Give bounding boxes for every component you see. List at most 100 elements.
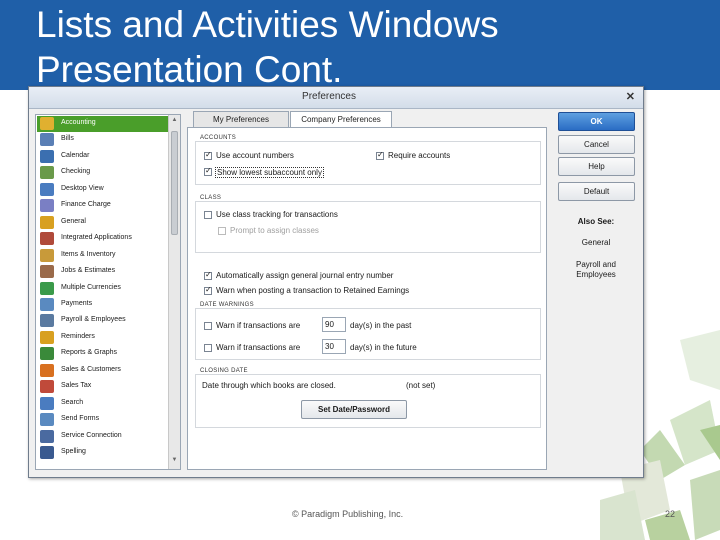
sidebar-item-label: Finance Charge: [61, 201, 111, 209]
payroll-icon: [40, 314, 54, 328]
class-legend: CLASS: [198, 195, 224, 201]
sidebar-item-checking[interactable]: Checking: [37, 165, 168, 181]
tab-company-preferences[interactable]: Company Preferences: [290, 111, 392, 128]
future-days-input[interactable]: 30: [322, 339, 346, 354]
sidebar-item-label: Sales & Customers: [61, 365, 121, 373]
slide-title-line1: Lists and Activities Windows: [36, 4, 499, 45]
date-warnings-legend: DATE WARNINGS: [198, 302, 256, 308]
prompt-assign-classes-checkbox[interactable]: [218, 227, 226, 235]
sidebar-item-label: Desktop View: [61, 184, 104, 192]
show-lowest-subaccount-checkbox[interactable]: [204, 166, 212, 176]
items-icon: [40, 248, 54, 262]
sidebar-scrollbar[interactable]: ▲ ▼: [168, 115, 180, 469]
require-accounts-checkbox[interactable]: [376, 150, 384, 160]
sidebar-item-spelling[interactable]: Spelling: [37, 445, 168, 461]
reminders-icon: [40, 330, 54, 344]
sidebar-item-label: Send Forms: [61, 415, 100, 423]
sidebar-item-label: Sales Tax: [61, 382, 92, 390]
payroll-link-line1: Payroll and: [575, 260, 617, 269]
also-see-heading: Also See:: [577, 217, 615, 226]
closing-date-legend: CLOSING DATE: [198, 368, 250, 374]
sidebar-item-label: Service Connection: [61, 431, 122, 439]
sidebar-item-label: Payroll & Employees: [61, 316, 126, 324]
sidebar-item-label: Calendar: [61, 151, 90, 159]
calendar-icon: [40, 149, 54, 163]
reports-icon: [40, 347, 54, 361]
sidebar-item-jobs-estimates[interactable]: Jobs & Estimates: [37, 264, 168, 280]
sidebar-item-reports-graphs[interactable]: Reports & Graphs: [37, 346, 168, 362]
sidebar-item-label: Jobs & Estimates: [61, 267, 116, 275]
page-number: 22: [665, 509, 676, 519]
accounts-group: [195, 141, 541, 185]
sidebar-item-general[interactable]: General: [37, 215, 168, 231]
sidebar-item-integrated-applications[interactable]: Integrated Applications: [37, 231, 168, 247]
general-icon: [40, 215, 54, 229]
sidebar-item-reminders[interactable]: Reminders: [37, 330, 168, 346]
past-days-input[interactable]: 90: [322, 317, 346, 332]
finance-charge-icon: [40, 199, 54, 213]
sidebar-item-bills[interactable]: Bills: [37, 132, 168, 148]
slide-title: Lists and Activities Windows Presentatio…: [36, 2, 676, 92]
use-account-numbers-label: Use account numbers: [216, 151, 294, 160]
sidebar-item-payments[interactable]: Payments: [37, 297, 168, 313]
auto-assign-journal-checkbox[interactable]: [204, 270, 212, 280]
preferences-sidebar-list: Accounting Bills Calendar Checking Desktop V…: [35, 114, 181, 470]
set-date-password-button[interactable]: Set Date/Password: [301, 400, 407, 419]
warn-past-checkbox[interactable]: [204, 322, 212, 330]
cancel-button[interactable]: Cancel: [558, 135, 635, 154]
sidebar-item-multiple-currencies[interactable]: Multiple Currencies: [37, 281, 168, 297]
sidebar-item-search[interactable]: Search: [37, 396, 168, 412]
help-button[interactable]: Help: [558, 157, 635, 176]
sidebar-item-send-forms[interactable]: Send Forms: [37, 412, 168, 428]
sidebar-item-label: Reports & Graphs: [61, 349, 118, 357]
warn-retained-earnings-label: Warn when posting a transaction to Retai…: [216, 286, 410, 295]
close-icon[interactable]: ✕: [626, 90, 635, 103]
bills-icon: [40, 133, 54, 147]
sidebar-item-label: Integrated Applications: [61, 234, 132, 242]
service-connection-icon: [40, 429, 54, 443]
also-see-payroll-link[interactable]: Payroll and Employees: [561, 260, 631, 280]
slide-header: Lists and Activities Windows Presentatio…: [0, 0, 720, 90]
sidebar-item-label: Payments: [61, 299, 93, 307]
tab-my-preferences[interactable]: My Preferences: [193, 111, 289, 127]
sidebar-item-payroll-employees[interactable]: Payroll & Employees: [37, 313, 168, 329]
desktop-icon: [40, 182, 54, 196]
accounts-legend: ACCOUNTS: [198, 135, 239, 141]
default-button[interactable]: Default: [558, 182, 635, 201]
sidebar-item-label: Reminders: [61, 332, 95, 340]
integrated-apps-icon: [40, 232, 54, 246]
also-see-general-link[interactable]: General: [561, 238, 631, 248]
sidebar-item-accounting[interactable]: Accounting: [37, 116, 168, 132]
payments-icon: [40, 297, 54, 311]
require-accounts-label: Require accounts: [388, 151, 451, 160]
scrollbar-thumb[interactable]: [171, 131, 178, 235]
sidebar-item-finance-charge[interactable]: Finance Charge: [37, 198, 168, 214]
prompt-assign-classes-label: Prompt to assign classes: [230, 226, 319, 235]
company-preferences-panel: ACCOUNTS Use account numbers Show lowest…: [187, 127, 547, 470]
scroll-down-icon[interactable]: ▼: [170, 457, 179, 467]
currencies-icon: [40, 281, 54, 295]
use-class-tracking-checkbox[interactable]: [204, 211, 212, 219]
use-class-tracking-label: Use class tracking for transactions: [216, 210, 338, 219]
warn-past-label: Warn if transactions are: [216, 321, 301, 330]
sidebar-item-sales-customers[interactable]: Sales & Customers: [37, 363, 168, 379]
warn-future-label: Warn if transactions are: [216, 343, 301, 352]
payroll-link-line2: Employees: [576, 270, 616, 279]
ok-button[interactable]: OK: [558, 112, 635, 131]
warn-retained-earnings-checkbox[interactable]: [204, 285, 212, 295]
sidebar-item-label: General: [61, 217, 86, 225]
auto-assign-journal-label: Automatically assign general journal ent…: [216, 271, 394, 280]
warn-future-checkbox[interactable]: [204, 344, 212, 352]
sidebar-item-calendar[interactable]: Calendar: [37, 149, 168, 165]
scroll-up-icon[interactable]: ▲: [170, 117, 179, 127]
sidebar-item-label: Search: [61, 398, 84, 406]
sidebar-item-desktop-view[interactable]: Desktop View: [37, 182, 168, 198]
sidebar-item-label: Multiple Currencies: [61, 283, 121, 291]
sidebar-item-sales-tax[interactable]: Sales Tax: [37, 379, 168, 395]
preferences-dialog: Preferences ✕ Accounting Bills Calendar Che…: [28, 86, 644, 478]
use-account-numbers-checkbox[interactable]: [204, 150, 212, 160]
sidebar-item-items-inventory[interactable]: Items & Inventory: [37, 248, 168, 264]
sidebar-item-service-connection[interactable]: Service Connection: [37, 429, 168, 445]
footer-copyright: © Paradigm Publishing, Inc.: [292, 509, 404, 519]
dialog-titlebar[interactable]: Preferences ✕: [29, 87, 643, 109]
